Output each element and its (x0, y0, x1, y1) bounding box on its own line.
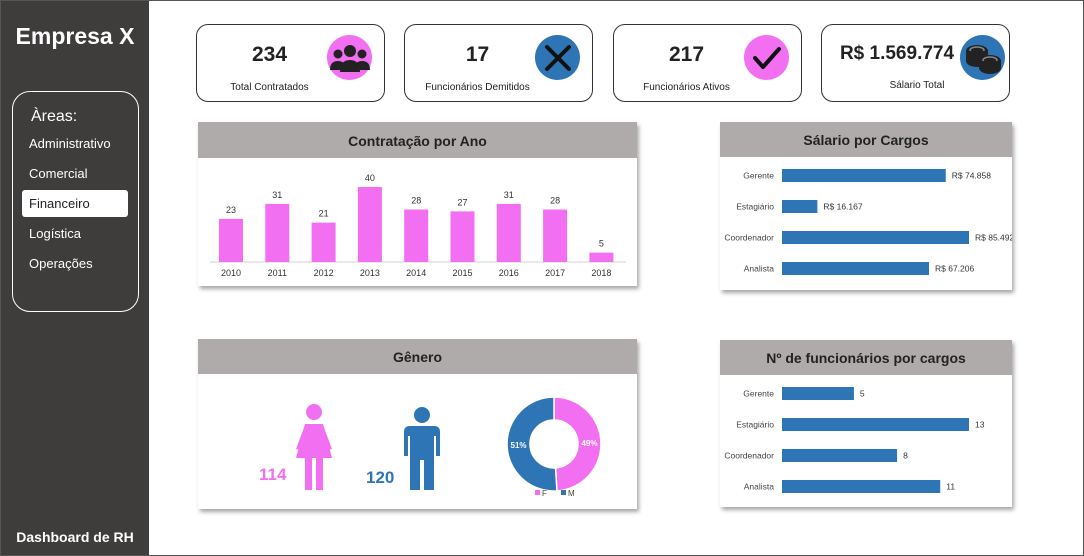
chart-funcionarios-por-cargos: Gerente 5 Estagiário 13 Coordenador 8 Analista… (724, 387, 985, 493)
sidebar: Empresa X Àreas: Administrativo Comercia… (1, 1, 149, 555)
data-label: R$ 67.206 (935, 264, 974, 274)
kpi-funcionarios-demitidos: 17 Funcionários Demitidos (404, 24, 593, 102)
x-tick-label: 2010 (221, 268, 241, 278)
bar (404, 209, 429, 262)
data-label: 21 (319, 209, 329, 219)
data-label: 11 (946, 482, 955, 492)
kpi-label: Funcionários Ativos (643, 82, 730, 93)
bar (782, 449, 898, 462)
data-label: R$ 85.492 (975, 233, 1012, 243)
bar (496, 203, 521, 262)
legend-swatch (561, 490, 566, 495)
bar (782, 200, 818, 213)
panel-title-salario-cargos: Sálario por Cargos (720, 122, 1012, 157)
bar (265, 203, 290, 262)
area-item-operacoes[interactable]: Operações (22, 250, 128, 277)
bar (782, 480, 941, 493)
data-label: 23 (226, 205, 236, 215)
data-label: 49% (581, 439, 597, 448)
dashboard-footer-title: Dashboard de RH (16, 529, 134, 545)
kpi-value: 17 (465, 43, 490, 66)
coins-icon (960, 35, 1005, 80)
data-label: 31 (272, 190, 282, 200)
kpi-salario-total: R$ 1.569.774 Sálario Total (821, 24, 1010, 102)
area-item-administrativo[interactable]: Administrativo (22, 130, 128, 157)
bar (782, 231, 969, 244)
bar (450, 211, 475, 262)
category-label: Gerente (743, 171, 774, 181)
data-label: 13 (975, 420, 985, 430)
panel-title-contratacao: Contratação por Ano (198, 122, 637, 158)
kpi-label: Sálario Total (889, 80, 945, 91)
legend-label: F (542, 489, 547, 498)
panel-title-funcionarios-cargos: Nº de funcionários por cargos (720, 340, 1012, 375)
x-tick-label: 2016 (499, 268, 519, 278)
x-tick-label: 2015 (452, 268, 472, 278)
data-label: 28 (411, 196, 421, 206)
male-count: 120 (366, 468, 395, 487)
category-label: Analista (744, 264, 775, 274)
data-label: 31 (504, 190, 514, 200)
data-label: 51% (511, 441, 527, 450)
data-label: R$ 74.858 (952, 171, 991, 181)
area-item-financeiro[interactable]: Financeiro (22, 190, 128, 217)
bar (782, 387, 854, 400)
area-item-comercial[interactable]: Comercial (22, 160, 128, 187)
legend-swatch (535, 490, 540, 495)
areas-filter-box: Àreas: Administrativo Comercial Financei… (12, 91, 139, 312)
data-label: 5 (599, 239, 604, 249)
bar (589, 252, 614, 262)
category-label: Coordenador (724, 451, 774, 461)
kpi-funcionarios-ativos: 217 Funcionários Ativos (613, 24, 802, 102)
areas-title: Àreas: (31, 108, 78, 125)
chart-salario-por-cargos: Gerente R$ 74.858 Estagiário R$ 16.167 Coord… (724, 169, 1012, 275)
x-tick-label: 2012 (314, 268, 334, 278)
bar (357, 187, 382, 262)
category-label: Estagiário (736, 202, 774, 212)
bar (219, 218, 243, 262)
data-label: R$ 16.167 (823, 202, 862, 212)
category-label: Estagiário (736, 420, 774, 430)
bar (782, 262, 930, 275)
bar (782, 169, 946, 182)
x-tick-label: 2011 (268, 268, 287, 278)
x-icon (535, 35, 580, 80)
data-label: 27 (457, 197, 467, 207)
area-item-logistica[interactable]: Logística (22, 220, 128, 247)
company-title: Empresa X (15, 23, 135, 49)
category-label: Gerente (743, 389, 774, 399)
data-label: 40 (365, 173, 375, 183)
kpi-value: 234 (251, 43, 288, 66)
chart-genero-donut: 49% 51% F M (506, 396, 602, 498)
data-label: 28 (550, 196, 560, 206)
kpi-value: R$ 1.569.774 (839, 43, 955, 64)
panel-title-genero: Gênero (198, 339, 637, 374)
x-tick-label: 2017 (545, 268, 565, 278)
check-icon (744, 35, 789, 80)
kpi-label: Funcionários Demitidos (425, 82, 530, 93)
x-tick-label: 2018 (591, 268, 611, 278)
group-icon (327, 35, 372, 80)
female-icon (296, 404, 332, 490)
legend-label: M (568, 489, 575, 498)
category-label: Coordenador (724, 233, 774, 243)
kpi-label: Total Contratados (230, 82, 309, 93)
kpi-total-contratados: 234 Total Contratados (196, 24, 385, 102)
data-label: 8 (903, 451, 908, 461)
x-tick-label: 2014 (406, 268, 426, 278)
bar (311, 222, 336, 262)
chart-contratacao-por-ano: 23 2010 31 2011 21 2012 40 2013 28 2014 27 2015 31 20… (210, 173, 626, 278)
x-tick-label: 2013 (360, 268, 380, 278)
kpi-value: 217 (668, 43, 705, 66)
bar (543, 209, 568, 262)
bar (782, 418, 969, 431)
male-icon (404, 407, 440, 490)
female-count: 114 (259, 465, 287, 484)
data-label: 5 (860, 389, 865, 399)
category-label: Analista (744, 482, 775, 492)
